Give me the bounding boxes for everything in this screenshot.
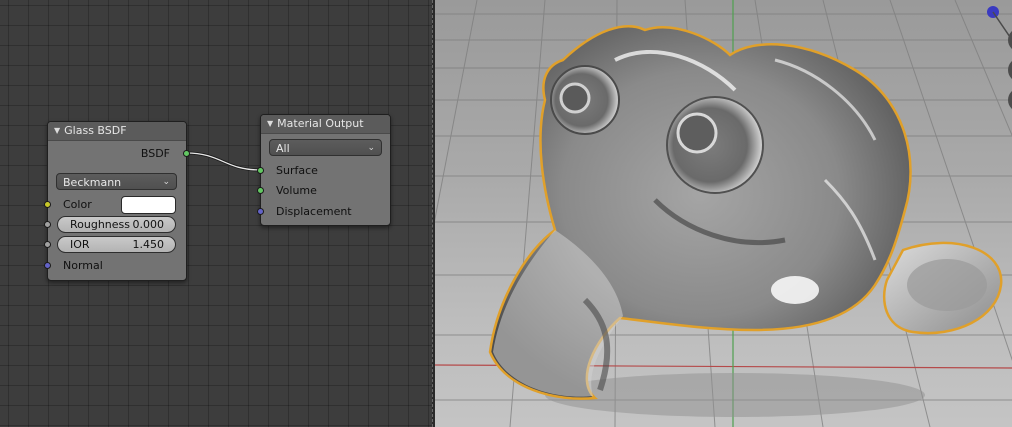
zoom-gizmo-icon: [1008, 31, 1012, 49]
color-swatch[interactable]: [121, 196, 176, 214]
distribution-dropdown[interactable]: Beckmann ⌄: [56, 173, 177, 190]
material-output-node[interactable]: ▼ Material Output All ⌄ Surface Volume Di…: [257, 114, 391, 226]
material-output-title: Material Output: [277, 117, 364, 130]
3d-viewport[interactable]: [435, 0, 1012, 427]
normal-input-socket[interactable]: [44, 262, 51, 269]
node-editor[interactable]: ▼ Glass BSDF BSDF Beckmann ⌄ Color Roughn…: [0, 0, 432, 427]
displacement-label: Displacement: [276, 205, 352, 218]
output-target-dropdown[interactable]: All ⌄: [269, 139, 382, 156]
color-input-socket[interactable]: [44, 201, 51, 208]
glass-monkey-object[interactable]: [488, 25, 1003, 400]
roughness-input-socket[interactable]: [44, 221, 51, 228]
bsdf-output-socket[interactable]: [183, 150, 190, 157]
ior-value: 1.450: [132, 238, 165, 251]
roughness-slider[interactable]: Roughness 0.000: [57, 216, 176, 233]
camera-gizmo-icon: [1008, 91, 1012, 109]
roughness-value: 0.000: [132, 218, 165, 231]
ior-input-socket[interactable]: [44, 241, 51, 248]
collapse-arrow-icon[interactable]: ▼: [54, 122, 60, 140]
surface-input-socket[interactable]: [257, 167, 264, 174]
displacement-input-socket[interactable]: [257, 208, 264, 215]
roughness-label: Roughness: [70, 218, 131, 231]
pan-gizmo-icon: [1008, 61, 1012, 79]
bsdf-output-label: BSDF: [140, 147, 170, 160]
color-label: Color: [63, 198, 92, 211]
volume-input-socket[interactable]: [257, 187, 264, 194]
normal-label: Normal: [63, 259, 103, 272]
surface-label: Surface: [276, 164, 318, 177]
chevron-down-icon: ⌄: [367, 143, 375, 153]
distribution-value: Beckmann: [63, 176, 122, 189]
viewport-render: [435, 0, 1012, 427]
output-target-value: All: [276, 142, 290, 155]
glass-bsdf-node-header[interactable]: ▼ Glass BSDF: [48, 122, 186, 141]
glass-bsdf-node[interactable]: ▼ Glass BSDF BSDF Beckmann ⌄ Color Roughn…: [44, 121, 190, 281]
navigation-gizmo[interactable]: [987, 6, 1012, 112]
volume-label: Volume: [276, 184, 317, 197]
chevron-down-icon: ⌄: [162, 177, 170, 187]
material-output-node-header[interactable]: ▼ Material Output: [261, 115, 390, 134]
node-link-bsdf-to-surface[interactable]: [185, 151, 262, 172]
ior-slider[interactable]: IOR 1.450: [57, 236, 176, 253]
collapse-arrow-icon[interactable]: ▼: [267, 115, 273, 133]
ior-label: IOR: [70, 238, 90, 251]
glass-bsdf-title: Glass BSDF: [64, 124, 127, 137]
